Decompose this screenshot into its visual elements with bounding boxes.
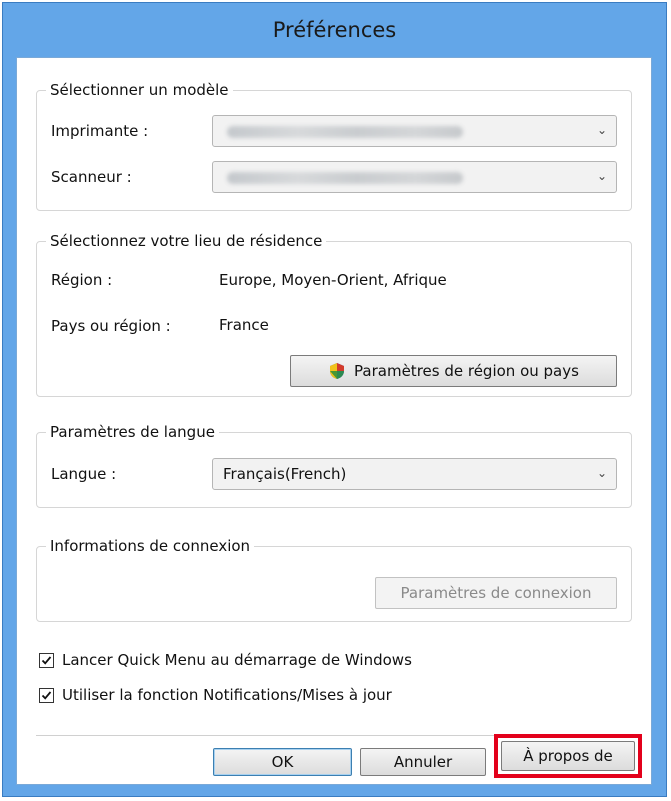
scanner-label: Scanneur : [51, 168, 132, 186]
region-value: Europe, Moyen-Orient, Afrique [219, 271, 447, 289]
quick-menu-startup-option[interactable]: Lancer Quick Menu au démarrage de Window… [39, 651, 412, 669]
preferences-window: Préférences Sélectionner un modèle Impri… [2, 2, 667, 797]
checkmark-icon [41, 690, 52, 700]
quick-menu-startup-label: Lancer Quick Menu au démarrage de Window… [62, 651, 412, 669]
language-group-title: Paramètres de langue [46, 422, 219, 442]
residence-group-title: Sélectionnez votre lieu de résidence [46, 231, 327, 251]
quick-menu-startup-checkbox[interactable] [39, 652, 54, 668]
connection-settings-button[interactable]: Paramètres de connexion [375, 577, 617, 609]
residence-group: Sélectionnez votre lieu de résidence Rég… [36, 231, 632, 397]
printer-select[interactable]: ⌄ [212, 115, 617, 147]
ok-button[interactable]: OK [213, 748, 352, 776]
region-label: Région : [51, 271, 113, 289]
cancel-button[interactable]: Annuler [360, 748, 486, 776]
scanner-select[interactable]: ⌄ [212, 161, 617, 193]
notifications-updates-checkbox[interactable] [39, 687, 54, 703]
language-group: Paramètres de langue Langue : Français(F… [36, 422, 632, 508]
language-select[interactable]: Français(French) ⌄ [212, 458, 617, 490]
cancel-button-label: Annuler [393, 753, 453, 771]
country-value: France [219, 316, 269, 334]
about-button-highlight-frame [494, 734, 642, 778]
printer-name-blurred [227, 126, 463, 138]
printer-label: Imprimante : [51, 122, 149, 140]
ok-button-label: OK [271, 753, 294, 771]
model-group: Sélectionner un modèle Imprimante : ⌄ Sc… [36, 80, 632, 211]
checkmark-icon [41, 655, 52, 665]
scanner-name-blurred [227, 172, 463, 184]
language-select-value: Français(French) [223, 465, 347, 483]
window-title: Préférences [272, 18, 397, 42]
region-settings-button[interactable]: Paramètres de région ou pays [290, 355, 617, 387]
region-settings-label: Paramètres de région ou pays [354, 362, 579, 380]
connection-settings-label: Paramètres de connexion [400, 584, 592, 602]
model-group-title: Sélectionner un modèle [46, 80, 233, 100]
uac-shield-icon [330, 363, 345, 379]
language-label: Langue : [51, 465, 117, 483]
title-bar[interactable]: Préférences [3, 3, 666, 57]
chevron-down-icon: ⌄ [596, 466, 607, 480]
chevron-down-icon: ⌄ [596, 123, 607, 137]
connection-group: Informations de connexion Paramètres de … [36, 536, 632, 622]
country-label: Pays ou région : [51, 317, 171, 335]
chevron-down-icon: ⌄ [596, 169, 607, 183]
dialog-client-area: Sélectionner un modèle Imprimante : ⌄ Sc… [16, 57, 652, 785]
notifications-updates-option[interactable]: Utiliser la fonction Notifications/Mises… [39, 686, 392, 704]
connection-group-title: Informations de connexion [46, 536, 255, 556]
notifications-updates-label: Utiliser la fonction Notifications/Mises… [62, 686, 392, 704]
